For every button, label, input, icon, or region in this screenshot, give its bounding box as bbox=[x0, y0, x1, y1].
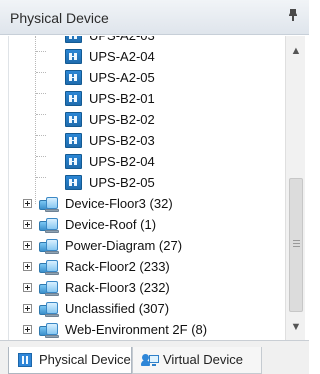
expand-icon[interactable] bbox=[23, 262, 32, 271]
tree-item-label: UPS-B2-01 bbox=[89, 91, 155, 106]
tree-category-rack-floor3[interactable]: Rack-Floor3 (232) bbox=[23, 279, 283, 297]
panel-titlebar: Physical Device bbox=[0, 0, 309, 35]
ups-device-icon bbox=[65, 133, 82, 148]
expand-icon[interactable] bbox=[23, 199, 32, 208]
tree-category-device-roof[interactable]: Device-Roof (1) bbox=[23, 216, 283, 234]
tree-branch-line bbox=[36, 72, 46, 73]
tree-item-label: UPS-B2-04 bbox=[89, 154, 155, 169]
tree-item-label: UPS-B2-02 bbox=[89, 112, 155, 127]
device-group-icon bbox=[38, 301, 61, 317]
tree-connector bbox=[35, 36, 36, 204]
tree-item-label: UPS-A2-03 bbox=[89, 36, 155, 45]
tree-category-label: Rack-Floor2 (233) bbox=[65, 259, 170, 274]
tree-category-label: Device-Roof (1) bbox=[65, 217, 157, 232]
device-group-icon bbox=[38, 322, 61, 338]
scrollbar-thumb[interactable] bbox=[289, 178, 303, 312]
ups-device-icon bbox=[65, 91, 82, 106]
device-tree: UPS-A2-03 UPS-A2-04 UPS-A2-05 UPS-B2-01 … bbox=[8, 36, 285, 340]
tree-item-ups-b2-04[interactable]: UPS-B2-04 bbox=[65, 153, 265, 171]
tree-branch-line bbox=[36, 93, 46, 94]
tree-item-ups-b2-05[interactable]: UPS-B2-05 bbox=[65, 174, 265, 192]
scroll-up-icon[interactable]: ▲ bbox=[286, 42, 306, 60]
tree-branch-line bbox=[36, 51, 46, 52]
tree-branch-line bbox=[36, 156, 46, 157]
tree-category-label: Rack-Floor3 (232) bbox=[65, 280, 170, 295]
tree-category-power-diagram[interactable]: Power-Diagram (27) bbox=[23, 237, 283, 255]
tree-item-ups-a2-03[interactable]: UPS-A2-03 bbox=[65, 36, 265, 45]
scrollbar-grip-icon bbox=[293, 240, 300, 241]
ups-device-icon bbox=[65, 154, 82, 169]
scroll-down-icon[interactable]: ▼ bbox=[286, 318, 306, 336]
tree-item-label: UPS-B2-05 bbox=[89, 175, 155, 190]
tree-item-label: UPS-B2-03 bbox=[89, 133, 155, 148]
ups-device-icon bbox=[65, 70, 82, 85]
device-group-icon bbox=[38, 238, 61, 254]
device-group-icon bbox=[38, 259, 61, 275]
ups-device-icon bbox=[65, 36, 82, 43]
tree-branch-line bbox=[36, 177, 46, 178]
tree-item-ups-b2-02[interactable]: UPS-B2-02 bbox=[65, 111, 265, 129]
device-tabs: Physical Device Virtual Device bbox=[0, 340, 309, 374]
tree-category-label: Web-Environment 2F (8) bbox=[65, 322, 208, 337]
ups-device-icon bbox=[65, 112, 82, 127]
tab-label: Virtual Device bbox=[163, 352, 243, 367]
ups-device-icon bbox=[65, 175, 82, 190]
physical-device-icon bbox=[18, 353, 32, 367]
pin-icon[interactable] bbox=[287, 8, 299, 25]
tree-category-web-environment-2f[interactable]: Web-Environment 2F (8) bbox=[23, 321, 283, 339]
ups-device-icon bbox=[65, 49, 82, 64]
panel-title: Physical Device bbox=[10, 10, 109, 26]
tree-category-label: Unclassified (307) bbox=[65, 301, 170, 316]
tree-item-ups-a2-05[interactable]: UPS-A2-05 bbox=[65, 69, 265, 87]
tree-item-ups-a2-04[interactable]: UPS-A2-04 bbox=[65, 48, 265, 66]
tree-item-label: UPS-A2-04 bbox=[89, 49, 155, 64]
tree-branch-line bbox=[36, 114, 46, 115]
device-group-icon bbox=[38, 196, 61, 212]
expand-icon[interactable] bbox=[23, 241, 32, 250]
expand-icon[interactable] bbox=[23, 325, 32, 334]
tab-virtual-device[interactable]: Virtual Device bbox=[132, 347, 262, 374]
device-group-icon bbox=[38, 217, 61, 233]
tree-category-label: Device-Floor3 (32) bbox=[65, 196, 173, 211]
tree-category-unclassified[interactable]: Unclassified (307) bbox=[23, 300, 283, 318]
tree-category-label: Power-Diagram (27) bbox=[65, 238, 183, 253]
virtual-device-icon bbox=[141, 354, 159, 367]
tree-item-ups-b2-03[interactable]: UPS-B2-03 bbox=[65, 132, 265, 150]
tree-category-rack-floor2[interactable]: Rack-Floor2 (233) bbox=[23, 258, 283, 276]
tree-category-device-floor3[interactable]: Device-Floor3 (32) bbox=[23, 195, 283, 213]
device-group-icon bbox=[38, 280, 61, 296]
tree-item-label: UPS-A2-05 bbox=[89, 70, 155, 85]
vertical-scrollbar[interactable]: ▲ ▼ bbox=[285, 36, 305, 340]
expand-icon[interactable] bbox=[23, 304, 32, 313]
expand-icon[interactable] bbox=[23, 283, 32, 292]
tree-item-ups-b2-01[interactable]: UPS-B2-01 bbox=[65, 90, 265, 108]
tab-label: Physical Device bbox=[39, 352, 131, 367]
expand-icon[interactable] bbox=[23, 220, 32, 229]
physical-device-panel: Physical Device UPS-A2-03 UPS-A2-04 UPS-… bbox=[0, 0, 309, 374]
tree-branch-line bbox=[36, 135, 46, 136]
tab-physical-device[interactable]: Physical Device bbox=[8, 347, 132, 374]
